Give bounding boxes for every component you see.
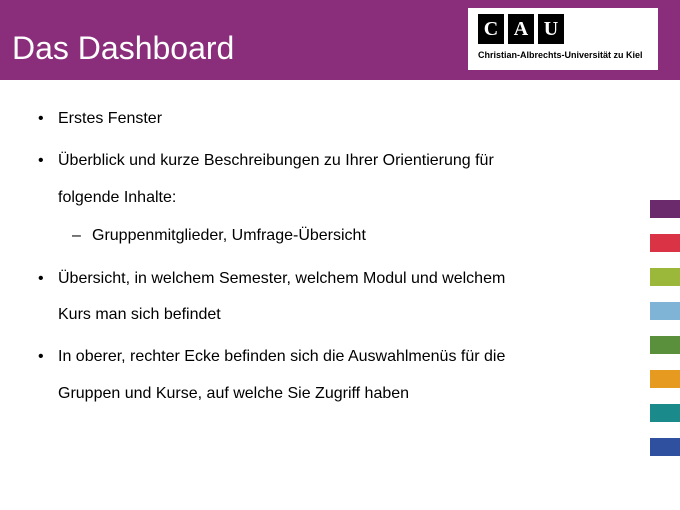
bullet-text-cont: Gruppen und Kurse, auf welche Sie Zugrif… bbox=[58, 383, 646, 405]
bullet-text: Überblick und kurze Beschreibungen zu Ih… bbox=[58, 152, 494, 169]
color-tab bbox=[650, 404, 680, 422]
list-item: Gruppenmitglieder, Umfrage-Übersicht bbox=[68, 225, 646, 247]
color-tab bbox=[650, 370, 680, 388]
sub-bullet-list: Gruppenmitglieder, Umfrage-Übersicht bbox=[68, 225, 646, 247]
bullet-text: Gruppenmitglieder, Umfrage-Übersicht bbox=[92, 227, 366, 244]
slide-header: Das Dashboard C A U Christian-Albrechts-… bbox=[0, 0, 680, 80]
slide-content: Erstes Fenster Überblick und kurze Besch… bbox=[0, 80, 680, 405]
bullet-text-cont: folgende Inhalte: bbox=[58, 187, 646, 209]
cau-logo-mark: C A U bbox=[478, 14, 564, 44]
bullet-text-cont: Kurs man sich befindet bbox=[58, 304, 646, 326]
color-tab bbox=[650, 336, 680, 354]
logo-subtitle: Christian-Albrechts-Universität zu Kiel bbox=[478, 50, 643, 60]
color-tab bbox=[650, 200, 680, 218]
list-item: In oberer, rechter Ecke befinden sich di… bbox=[34, 346, 646, 405]
color-tab bbox=[650, 268, 680, 286]
logo-letter-c: C bbox=[478, 14, 504, 44]
bullet-text: Erstes Fenster bbox=[58, 110, 162, 127]
color-tabs bbox=[650, 200, 680, 472]
list-item: Übersicht, in welchem Semester, welchem … bbox=[34, 268, 646, 327]
logo-letter-u: U bbox=[538, 14, 564, 44]
list-item: Überblick und kurze Beschreibungen zu Ih… bbox=[34, 150, 646, 247]
color-tab bbox=[650, 234, 680, 252]
list-item: Erstes Fenster bbox=[34, 108, 646, 130]
slide-title: Das Dashboard bbox=[0, 14, 234, 67]
bullet-list: Erstes Fenster Überblick und kurze Besch… bbox=[34, 108, 646, 405]
color-tab bbox=[650, 302, 680, 320]
bullet-text: In oberer, rechter Ecke befinden sich di… bbox=[58, 348, 505, 365]
logo-letter-a: A bbox=[508, 14, 534, 44]
color-tab bbox=[650, 438, 680, 456]
bullet-text: Übersicht, in welchem Semester, welchem … bbox=[58, 270, 505, 287]
cau-logo: C A U Christian-Albrechts-Universität zu… bbox=[468, 8, 658, 70]
